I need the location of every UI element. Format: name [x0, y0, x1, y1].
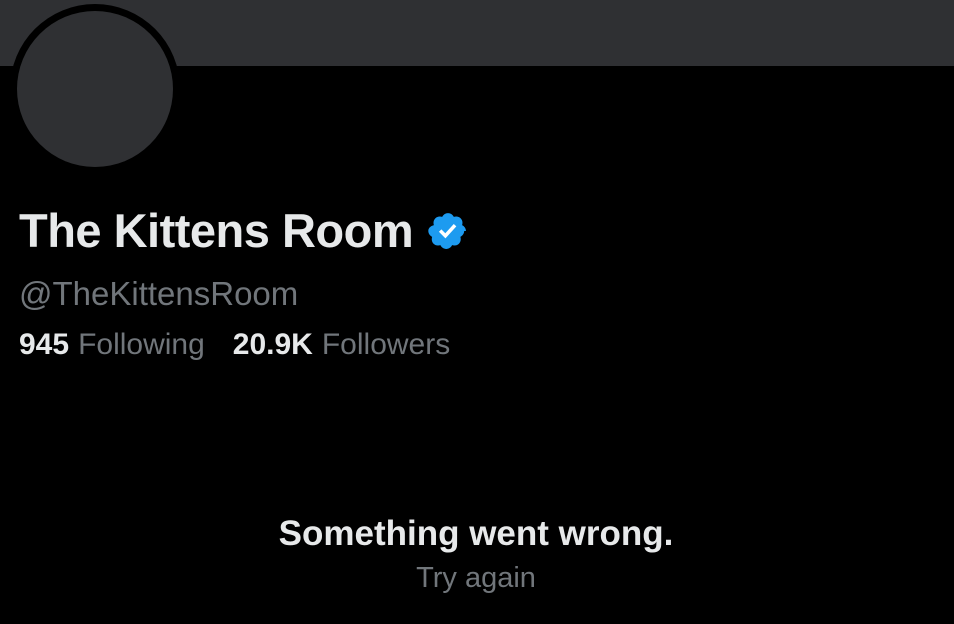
avatar-placeholder: [17, 11, 173, 167]
error-state: Something went wrong. Try again: [0, 512, 954, 596]
following-link[interactable]: 945 Following: [19, 326, 205, 364]
verified-badge-icon[interactable]: [427, 210, 469, 252]
profile-name-row: The Kittens Room: [19, 200, 469, 262]
following-count: 945: [19, 328, 70, 361]
display-name: The Kittens Room: [19, 204, 414, 257]
following-label: Following: [78, 328, 205, 361]
try-again-button[interactable]: Try again: [416, 560, 536, 596]
profile-handle: @TheKittensRoom: [19, 275, 299, 312]
followers-label: Followers: [321, 328, 451, 361]
error-message: Something went wrong.: [278, 514, 674, 553]
profile-stats: 945 Following 20.9K Followers: [19, 326, 450, 364]
followers-link[interactable]: 20.9K Followers: [233, 326, 450, 364]
followers-count: 20.9K: [232, 328, 313, 361]
avatar[interactable]: [10, 4, 180, 174]
profile-page: The Kittens Room @TheKittensRoom 945 Fol…: [0, 0, 954, 624]
